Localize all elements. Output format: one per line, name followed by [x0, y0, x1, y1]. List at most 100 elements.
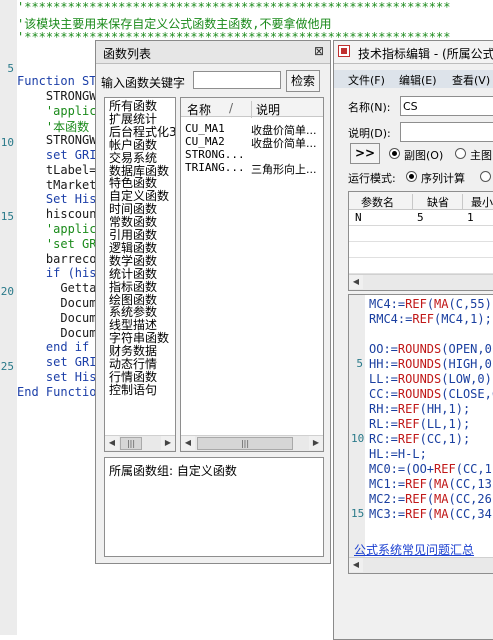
formula-line: HL:=H-L;: [369, 447, 427, 461]
formula-line: MC1:=REF(MA(CC,13): [369, 477, 493, 491]
line-number: 5: [7, 62, 14, 75]
menu-view[interactable]: 查看(V): [452, 72, 490, 88]
function-row[interactable]: CU_MA2 收盘价简单...: [185, 135, 323, 150]
line-number: 20: [0, 285, 14, 298]
code-line: Getta: [17, 281, 97, 296]
formula-line: RMC4:=REF(MC4,1);: [369, 312, 492, 326]
indicator-editor-title: 技术指标编辑 - (所属公式: [358, 47, 493, 61]
scroll-right-icon[interactable]: ▶: [161, 436, 175, 450]
scroll-left-icon[interactable]: ◀: [349, 275, 363, 289]
code-line: Docum: [17, 325, 97, 340]
param-default-cell[interactable]: 5: [417, 211, 424, 224]
code-line: set GRI: [17, 355, 97, 370]
code-line: end if: [17, 340, 90, 355]
category-item[interactable]: 数学函数: [109, 254, 157, 268]
expand-button[interactable]: >>: [350, 143, 380, 164]
function-list-titlebar[interactable]: 函数列表 ⊠: [96, 41, 330, 64]
scroll-right-icon[interactable]: ▶: [309, 436, 323, 450]
radio-subchart-label: 副图(O): [404, 149, 444, 162]
category-item[interactable]: 控制语句: [109, 383, 157, 397]
radio-other-mode[interactable]: [480, 171, 491, 182]
category-list[interactable]: 所有函数 扩展统计 后台程式化3 帐户函数 交易系统 数据库函数 特色函数 自定义函数 时间函数…: [104, 97, 176, 452]
formula-hscrollbar[interactable]: ◀: [349, 557, 493, 573]
formula-line: LL:=ROUNDS(LOW,0);: [369, 372, 493, 386]
code-line: set GRI: [17, 148, 97, 162]
column-header-separator: /: [229, 101, 234, 115]
parameter-table-header: 参数名 缺省 最小: [349, 192, 493, 210]
close-icon[interactable]: ⊠: [314, 44, 324, 58]
radio-subchart[interactable]: [389, 148, 400, 159]
function-row[interactable]: STRONG...: [185, 148, 323, 162]
search-label: 输入函数关键字: [101, 76, 186, 90]
category-item[interactable]: 交易系统: [109, 151, 157, 165]
help-link[interactable]: 公式系统常见问题汇总: [354, 541, 474, 558]
function-name: STRONG...: [185, 148, 245, 161]
category-item[interactable]: 帐户函数: [109, 138, 157, 152]
formula-editor[interactable]: 5 10 15 MC4:=REF(MA(C,55),RMC4:=REF(MC4,1)…: [348, 294, 493, 574]
description-label: 说明(D):: [348, 127, 391, 140]
menu-bar: 文件(F) 编辑(E) 查看(V): [334, 70, 493, 88]
function-group-panel: 所属函数组: 自定义函数: [104, 457, 324, 557]
function-hscrollbar[interactable]: ◀ ||| ▶: [181, 435, 323, 451]
category-item[interactable]: 扩展统计: [109, 112, 157, 126]
scroll-left-icon[interactable]: ◀: [181, 436, 195, 450]
function-table[interactable]: 名称 / 说明 CU_MA1 收盘价简单... CU_MA2 收盘价简单... STRO…: [180, 97, 324, 452]
code-line: 'applic: [17, 103, 97, 118]
scroll-left-icon[interactable]: ◀: [105, 436, 119, 450]
description-input[interactable]: [400, 122, 493, 142]
indicator-editor-window[interactable]: 技术指标编辑 - (所属公式 文件(F) 编辑(E) 查看(V) 名称(N): …: [333, 40, 493, 640]
function-search-input[interactable]: [193, 71, 281, 89]
line-number: 15: [0, 210, 14, 223]
param-name-cell[interactable]: N: [355, 211, 362, 224]
category-hscrollbar[interactable]: ◀ ||| ▶: [105, 435, 175, 451]
code-line: if (his: [17, 266, 97, 281]
param-header-name: 参数名: [361, 196, 394, 209]
function-table-header: 名称 / 说明: [181, 98, 323, 118]
scroll-left-icon[interactable]: ◀: [349, 558, 363, 572]
line-number-gutter: 5 10 15 20 25: [0, 0, 17, 635]
code-line: Function ST: [17, 74, 97, 88]
indicator-editor-titlebar[interactable]: 技术指标编辑 - (所属公式: [334, 41, 493, 64]
param-min-cell[interactable]: 1: [467, 211, 474, 224]
search-button[interactable]: 检索: [286, 70, 320, 92]
function-row[interactable]: CU_MA1 收盘价简单...: [185, 122, 323, 137]
radio-mainchart[interactable]: [455, 148, 466, 159]
expand-button-label: >>: [354, 146, 376, 160]
formula-line: RC:=REF(CC,1);: [369, 432, 471, 446]
function-name: TRIANG...: [185, 161, 245, 174]
code-line: Docum: [17, 296, 97, 310]
name-input[interactable]: [400, 96, 493, 116]
category-item[interactable]: 统计函数: [109, 267, 157, 281]
column-header-name[interactable]: 名称: [187, 101, 211, 118]
category-item[interactable]: 指标函数: [109, 280, 157, 294]
parameter-row[interactable]: N 5 1: [349, 209, 493, 226]
formula-line: CC:=ROUNDS(CLOSE,C: [369, 387, 493, 401]
function-row[interactable]: TRIANG... 三角形向上...: [185, 161, 323, 176]
code-line: Docum: [17, 310, 97, 325]
formula-line: OO:=ROUNDS(OPEN,0): [369, 342, 493, 356]
formula-line: MC3:=REF(MA(CC,34): [369, 507, 493, 521]
function-group-label: 所属函数组: 自定义函数: [109, 464, 237, 478]
category-item[interactable]: 后台程式化3: [109, 125, 175, 139]
code-line: '***************************************…: [17, 0, 451, 14]
radio-sequence[interactable]: [406, 171, 417, 182]
code-line: STRONGW: [17, 88, 97, 103]
scroll-thumb[interactable]: |||: [197, 437, 293, 450]
radio-sequence-label: 序列计算: [421, 172, 465, 185]
scroll-thumb[interactable]: |||: [120, 437, 142, 450]
menu-edit[interactable]: 编辑(E): [399, 72, 437, 88]
param-header-min: 最小: [462, 194, 493, 210]
code-line: tMarket: [17, 177, 97, 192]
code-line: End Functio: [17, 384, 97, 399]
function-list-window[interactable]: 函数列表 ⊠ 输入函数关键字 检索 所有函数 扩展统计 后台程式化3 帐户函数 交易系统…: [95, 40, 331, 564]
formula-line: MC2:=REF(MA(CC,26): [369, 492, 493, 506]
parameter-hscrollbar[interactable]: ◀: [349, 274, 493, 290]
category-item[interactable]: 行情函数: [109, 370, 157, 384]
formula-line: MC0:=(OO+REF(CC,1): [369, 462, 493, 476]
menu-file[interactable]: 文件(F): [348, 72, 385, 88]
category-item[interactable]: 逻辑函数: [109, 241, 157, 255]
column-header-desc[interactable]: 说明: [251, 101, 280, 118]
function-list-title: 函数列表: [103, 47, 152, 61]
function-desc: 三角形向上...: [251, 163, 317, 176]
parameter-table[interactable]: 参数名 缺省 最小 N 5 1 ◀: [348, 191, 493, 291]
